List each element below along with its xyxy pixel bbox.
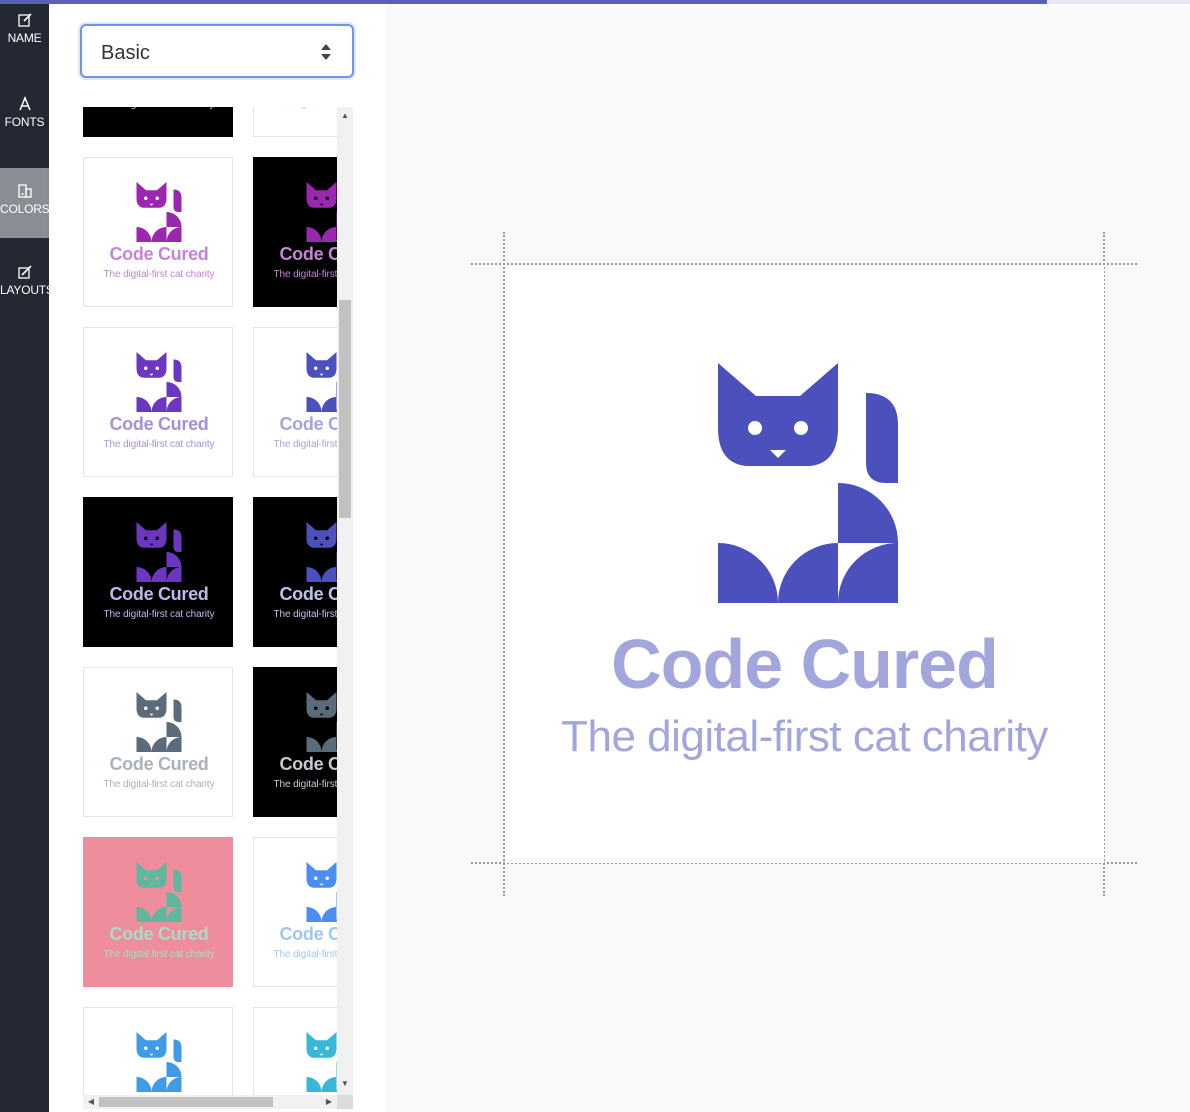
vertical-scrollbar[interactable]: ▲ ▼ xyxy=(337,107,353,1095)
tile-tagline: The digital-first cat charity xyxy=(103,439,215,450)
tile-tagline: The digital-first cat charity xyxy=(103,949,215,960)
palette-tile[interactable]: Code CuredThe digital-first cat charity xyxy=(83,1007,233,1095)
tile-brand-name: Code Cured xyxy=(109,754,209,774)
side-nav: NAME FONTS COLORS LAYOUTS xyxy=(0,0,54,1112)
tile-tagline: The digital-first cat charity xyxy=(84,107,232,110)
scroll-thumb[interactable] xyxy=(339,300,351,518)
nav-label: LAYOUTS xyxy=(0,283,54,297)
scroll-right-icon[interactable]: ▶ xyxy=(321,1095,337,1109)
palette-tile[interactable]: Code CuredThe digital-first cat charity xyxy=(83,107,233,137)
horizontal-scrollbar[interactable]: ◀ ▶ xyxy=(83,1095,337,1109)
cat-logo-icon xyxy=(136,352,182,412)
logo-tagline: The digital-first cat charity xyxy=(561,712,1048,761)
nav-item-name[interactable]: NAME xyxy=(0,12,49,82)
palette-icon xyxy=(17,183,33,199)
layouts-icon xyxy=(17,264,33,280)
logo-artboard[interactable]: Code Cured The digital-first cat charity xyxy=(505,266,1104,863)
cat-logo-icon xyxy=(136,692,182,752)
tile-tagline: The digital-first cat charity xyxy=(103,779,215,790)
select-value: Basic xyxy=(101,42,150,64)
tile-tagline: The digital-first cat charity xyxy=(103,269,215,280)
guide-line xyxy=(471,263,1137,265)
palette-panel: Basic Code Cured The digital-first cat ch… xyxy=(49,0,386,1112)
nav-item-layouts[interactable]: LAYOUTS xyxy=(0,264,54,334)
scroll-thumb[interactable] xyxy=(99,1097,273,1107)
progress-fill xyxy=(0,0,1048,4)
nav-label: COLORS xyxy=(0,202,50,216)
palette-tile[interactable]: Code Cured The digital-first cat charity xyxy=(83,157,233,307)
cat-logo-icon xyxy=(136,862,182,922)
font-icon xyxy=(17,96,33,112)
preview-canvas: Code Cured The digital-first cat charity xyxy=(386,4,1190,1112)
palette-grid: Code Cured The digital-first cat charity C… xyxy=(49,107,353,1095)
scroll-left-icon[interactable]: ◀ xyxy=(83,1095,99,1109)
scroll-down-icon[interactable]: ▼ xyxy=(337,1077,353,1091)
logo-brand-name: Code Cured xyxy=(611,625,999,703)
cat-logo-icon xyxy=(718,363,898,603)
nav-item-colors[interactable]: COLORS xyxy=(0,168,50,238)
palette-tile[interactable]: Code Cured The digital-first cat charity xyxy=(83,497,233,647)
cat-logo-icon xyxy=(136,182,182,242)
palette-type-select[interactable]: Basic xyxy=(80,24,354,78)
tile-brand-name: Code Cured xyxy=(109,244,209,264)
nav-item-fonts[interactable]: FONTS xyxy=(0,96,49,166)
nav-label: FONTS xyxy=(4,115,45,129)
tile-tagline: The digital-first cat charity xyxy=(103,609,215,620)
edit-icon xyxy=(17,12,33,28)
tile-brand-name: Code Cured xyxy=(109,414,209,434)
cat-logo-icon xyxy=(136,1032,182,1092)
sort-arrows-icon xyxy=(320,42,332,62)
palette-tile[interactable]: Code Cured The digital-first cat charity xyxy=(83,667,233,817)
scroll-corner xyxy=(337,1095,353,1109)
progress-bar xyxy=(0,0,1190,4)
palette-tile[interactable]: Code Cured The digital-first cat charity xyxy=(83,327,233,477)
scroll-up-icon[interactable]: ▲ xyxy=(337,109,353,123)
nav-label: NAME xyxy=(7,31,42,45)
tile-brand-name: Code Cured xyxy=(109,924,209,944)
tile-brand-name: Code Cured xyxy=(109,584,209,604)
palette-tile[interactable]: Code Cured The digital-first cat charity xyxy=(83,837,233,987)
cat-logo-icon xyxy=(136,522,182,582)
